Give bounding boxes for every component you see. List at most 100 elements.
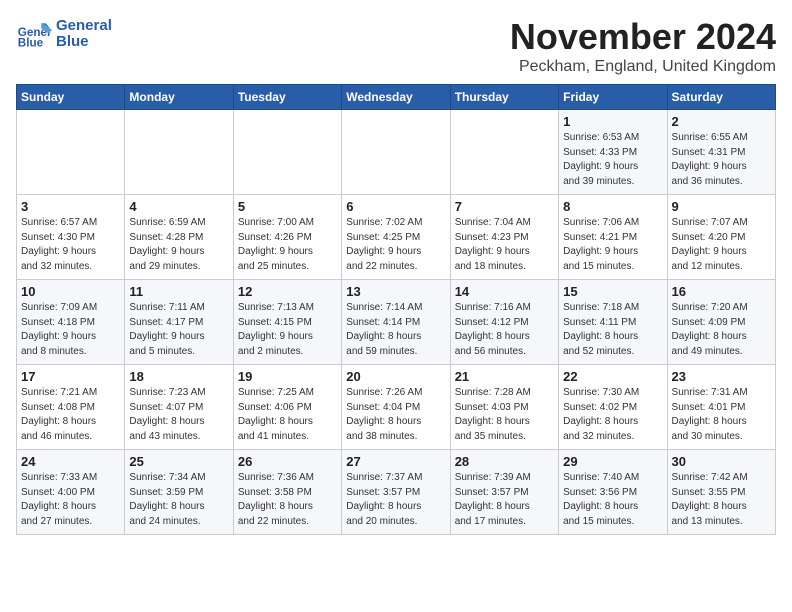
title-block: November 2024 Peckham, England, United K…: [510, 16, 776, 76]
logo: General Blue General Blue: [16, 16, 112, 52]
day-number: 6: [346, 199, 445, 214]
day-number: 10: [21, 284, 120, 299]
day-info: Sunrise: 7:21 AM Sunset: 4:08 PM Dayligh…: [21, 386, 120, 444]
day-number: 19: [238, 369, 337, 384]
day-number: 5: [238, 199, 337, 214]
day-info: Sunrise: 7:36 AM Sunset: 3:58 PM Dayligh…: [238, 471, 337, 529]
day-number: 26: [238, 454, 337, 469]
day-info: Sunrise: 7:16 AM Sunset: 4:12 PM Dayligh…: [455, 301, 554, 359]
calendar-cell: 20 Sunrise: 7:26 AM Sunset: 4:04 PM Dayli…: [342, 365, 450, 450]
day-info: Sunrise: 7:06 AM Sunset: 4:21 PM Dayligh…: [563, 216, 662, 274]
calendar-cell: 8 Sunrise: 7:06 AM Sunset: 4:21 PM Daylig…: [559, 195, 667, 280]
calendar-cell: 30Sunrise: 7:42 AM Sunset: 3:55 PM Dayli…: [667, 450, 775, 535]
day-info: Sunrise: 6:55 AM Sunset: 4:31 PM Dayligh…: [672, 131, 771, 189]
location-title: Peckham, England, United Kingdom: [510, 58, 776, 76]
day-number: 3: [21, 199, 120, 214]
weekday-header: Friday: [559, 85, 667, 110]
day-info: Sunrise: 6:53 AM Sunset: 4:33 PM Dayligh…: [563, 131, 662, 189]
day-info: Sunrise: 7:33 AM Sunset: 4:00 PM Dayligh…: [21, 471, 120, 529]
calendar-week-row: 17Sunrise: 7:21 AM Sunset: 4:08 PM Dayli…: [17, 365, 776, 450]
calendar-cell: 14 Sunrise: 7:16 AM Sunset: 4:12 PM Dayli…: [450, 280, 558, 365]
day-info: Sunrise: 7:37 AM Sunset: 3:57 PM Dayligh…: [346, 471, 445, 529]
day-info: Sunrise: 7:02 AM Sunset: 4:25 PM Dayligh…: [346, 216, 445, 274]
day-info: Sunrise: 7:39 AM Sunset: 3:57 PM Dayligh…: [455, 471, 554, 529]
day-info: Sunrise: 7:20 AM Sunset: 4:09 PM Dayligh…: [672, 301, 771, 359]
day-number: 13: [346, 284, 445, 299]
day-info: Sunrise: 7:30 AM Sunset: 4:02 PM Dayligh…: [563, 386, 662, 444]
weekday-header: Sunday: [17, 85, 125, 110]
day-number: 29: [563, 454, 662, 469]
calendar-cell: 27Sunrise: 7:37 AM Sunset: 3:57 PM Dayli…: [342, 450, 450, 535]
day-number: 12: [238, 284, 337, 299]
calendar-week-row: 1 Sunrise: 6:53 AM Sunset: 4:33 PM Daylig…: [17, 110, 776, 195]
calendar-header-row: SundayMondayTuesdayWednesdayThursdayFrid…: [17, 85, 776, 110]
calendar-cell: 17Sunrise: 7:21 AM Sunset: 4:08 PM Dayli…: [17, 365, 125, 450]
calendar-cell: 4 Sunrise: 6:59 AM Sunset: 4:28 PM Daylig…: [125, 195, 233, 280]
day-info: Sunrise: 7:18 AM Sunset: 4:11 PM Dayligh…: [563, 301, 662, 359]
calendar-week-row: 3 Sunrise: 6:57 AM Sunset: 4:30 PM Daylig…: [17, 195, 776, 280]
calendar-table: SundayMondayTuesdayWednesdayThursdayFrid…: [16, 84, 776, 535]
svg-text:Blue: Blue: [18, 37, 44, 50]
day-number: 4: [129, 199, 228, 214]
weekday-header: Tuesday: [233, 85, 341, 110]
calendar-cell: 29 Sunrise: 7:40 AM Sunset: 3:56 PM Dayli…: [559, 450, 667, 535]
day-number: 1: [563, 114, 662, 129]
month-title: November 2024: [510, 16, 776, 58]
calendar-cell: 3 Sunrise: 6:57 AM Sunset: 4:30 PM Daylig…: [17, 195, 125, 280]
day-info: Sunrise: 7:25 AM Sunset: 4:06 PM Dayligh…: [238, 386, 337, 444]
weekday-header: Thursday: [450, 85, 558, 110]
calendar-cell: 10 Sunrise: 7:09 AM Sunset: 4:18 PM Dayli…: [17, 280, 125, 365]
day-info: Sunrise: 7:40 AM Sunset: 3:56 PM Dayligh…: [563, 471, 662, 529]
calendar-cell: [342, 110, 450, 195]
calendar-cell: 13Sunrise: 7:14 AM Sunset: 4:14 PM Dayli…: [342, 280, 450, 365]
calendar-cell: 28 Sunrise: 7:39 AM Sunset: 3:57 PM Dayli…: [450, 450, 558, 535]
calendar-cell: 26 Sunrise: 7:36 AM Sunset: 3:58 PM Dayli…: [233, 450, 341, 535]
day-number: 20: [346, 369, 445, 384]
logo-text-line1: General: [56, 18, 112, 35]
day-number: 15: [563, 284, 662, 299]
calendar-cell: [233, 110, 341, 195]
calendar-cell: 15 Sunrise: 7:18 AM Sunset: 4:11 PM Dayli…: [559, 280, 667, 365]
calendar-week-row: 10 Sunrise: 7:09 AM Sunset: 4:18 PM Dayli…: [17, 280, 776, 365]
calendar-cell: 6 Sunrise: 7:02 AM Sunset: 4:25 PM Daylig…: [342, 195, 450, 280]
day-info: Sunrise: 7:11 AM Sunset: 4:17 PM Dayligh…: [129, 301, 228, 359]
calendar-cell: 16Sunrise: 7:20 AM Sunset: 4:09 PM Dayli…: [667, 280, 775, 365]
weekday-header: Wednesday: [342, 85, 450, 110]
day-number: 18: [129, 369, 228, 384]
day-number: 9: [672, 199, 771, 214]
calendar-cell: 2 Sunrise: 6:55 AM Sunset: 4:31 PM Daylig…: [667, 110, 775, 195]
day-number: 25: [129, 454, 228, 469]
logo-text-line2: Blue: [56, 34, 112, 51]
weekday-header: Monday: [125, 85, 233, 110]
calendar-cell: 23Sunrise: 7:31 AM Sunset: 4:01 PM Dayli…: [667, 365, 775, 450]
day-info: Sunrise: 7:07 AM Sunset: 4:20 PM Dayligh…: [672, 216, 771, 274]
day-number: 2: [672, 114, 771, 129]
calendar-cell: [125, 110, 233, 195]
calendar-week-row: 24 Sunrise: 7:33 AM Sunset: 4:00 PM Dayli…: [17, 450, 776, 535]
day-info: Sunrise: 6:57 AM Sunset: 4:30 PM Dayligh…: [21, 216, 120, 274]
day-number: 24: [21, 454, 120, 469]
day-info: Sunrise: 7:23 AM Sunset: 4:07 PM Dayligh…: [129, 386, 228, 444]
day-info: Sunrise: 7:13 AM Sunset: 4:15 PM Dayligh…: [238, 301, 337, 359]
calendar-body: 1 Sunrise: 6:53 AM Sunset: 4:33 PM Daylig…: [17, 110, 776, 535]
calendar-cell: 11 Sunrise: 7:11 AM Sunset: 4:17 PM Dayli…: [125, 280, 233, 365]
calendar-cell: 9 Sunrise: 7:07 AM Sunset: 4:20 PM Daylig…: [667, 195, 775, 280]
calendar-cell: 19 Sunrise: 7:25 AM Sunset: 4:06 PM Dayli…: [233, 365, 341, 450]
calendar-cell: 1 Sunrise: 6:53 AM Sunset: 4:33 PM Daylig…: [559, 110, 667, 195]
day-number: 21: [455, 369, 554, 384]
weekday-header: Saturday: [667, 85, 775, 110]
day-info: Sunrise: 7:34 AM Sunset: 3:59 PM Dayligh…: [129, 471, 228, 529]
day-info: Sunrise: 7:31 AM Sunset: 4:01 PM Dayligh…: [672, 386, 771, 444]
day-number: 28: [455, 454, 554, 469]
day-info: Sunrise: 6:59 AM Sunset: 4:28 PM Dayligh…: [129, 216, 228, 274]
day-info: Sunrise: 7:26 AM Sunset: 4:04 PM Dayligh…: [346, 386, 445, 444]
day-info: Sunrise: 7:09 AM Sunset: 4:18 PM Dayligh…: [21, 301, 120, 359]
calendar-cell: [450, 110, 558, 195]
day-info: Sunrise: 7:04 AM Sunset: 4:23 PM Dayligh…: [455, 216, 554, 274]
page-header: General Blue General Blue November 2024 …: [16, 16, 776, 76]
day-number: 11: [129, 284, 228, 299]
day-number: 8: [563, 199, 662, 214]
calendar-cell: 7Sunrise: 7:04 AM Sunset: 4:23 PM Daylig…: [450, 195, 558, 280]
day-number: 14: [455, 284, 554, 299]
day-number: 30: [672, 454, 771, 469]
